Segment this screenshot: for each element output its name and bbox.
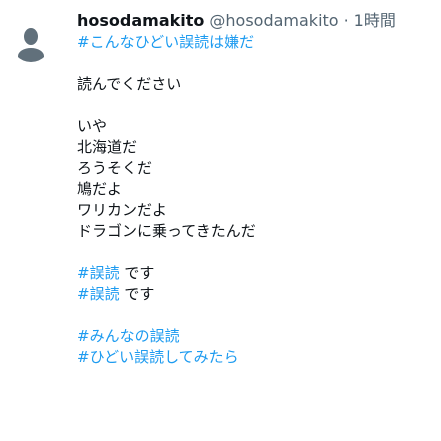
tweet[interactable]: hosodamakito @hosodamakito · 1時間 #こんなひどい… — [0, 0, 441, 441]
tweet-text-line: 読んでください — [77, 75, 182, 93]
tweet-content: hosodamakito @hosodamakito · 1時間 #こんなひどい… — [77, 10, 437, 368]
avatar-shoulders-icon — [18, 48, 44, 62]
display-name[interactable]: hosodamakito — [77, 10, 204, 32]
hashtag-link[interactable]: #誤読 — [77, 285, 120, 303]
hashtag-link[interactable]: #みんなの誤読 — [77, 326, 437, 347]
hashtag-link[interactable]: #誤読 — [77, 264, 120, 282]
tweet-text-line: #誤読 です — [77, 263, 437, 284]
tweet-text: です — [124, 264, 155, 282]
user-handle[interactable]: @hosodamakito — [209, 10, 338, 32]
avatar[interactable] — [11, 22, 51, 62]
tweet-text-line: いや — [77, 117, 108, 135]
hashtag-line[interactable]: #こんなひどい誤読は嫌だ — [77, 32, 437, 53]
tweet-text-line: #誤読 です — [77, 284, 437, 305]
tweet-text-line: ワリカンだよ — [77, 201, 168, 219]
tweet-text-line: ドラゴンに乗ってきたんだ — [77, 222, 256, 240]
tweet-text-line: 北海道だ — [77, 138, 138, 156]
timestamp[interactable]: 1時間 — [354, 10, 396, 32]
hashtag-link[interactable]: #ひどい誤読してみたら — [77, 347, 437, 368]
tweet-text: です — [124, 285, 155, 303]
avatar-head-icon — [24, 28, 38, 45]
tweet-text-line: ろうそくだ — [77, 159, 153, 177]
tweet-header: hosodamakito @hosodamakito · 1時間 — [77, 10, 437, 32]
separator: · — [343, 11, 349, 30]
tweet-text-line: 鳩だよ — [77, 180, 123, 198]
